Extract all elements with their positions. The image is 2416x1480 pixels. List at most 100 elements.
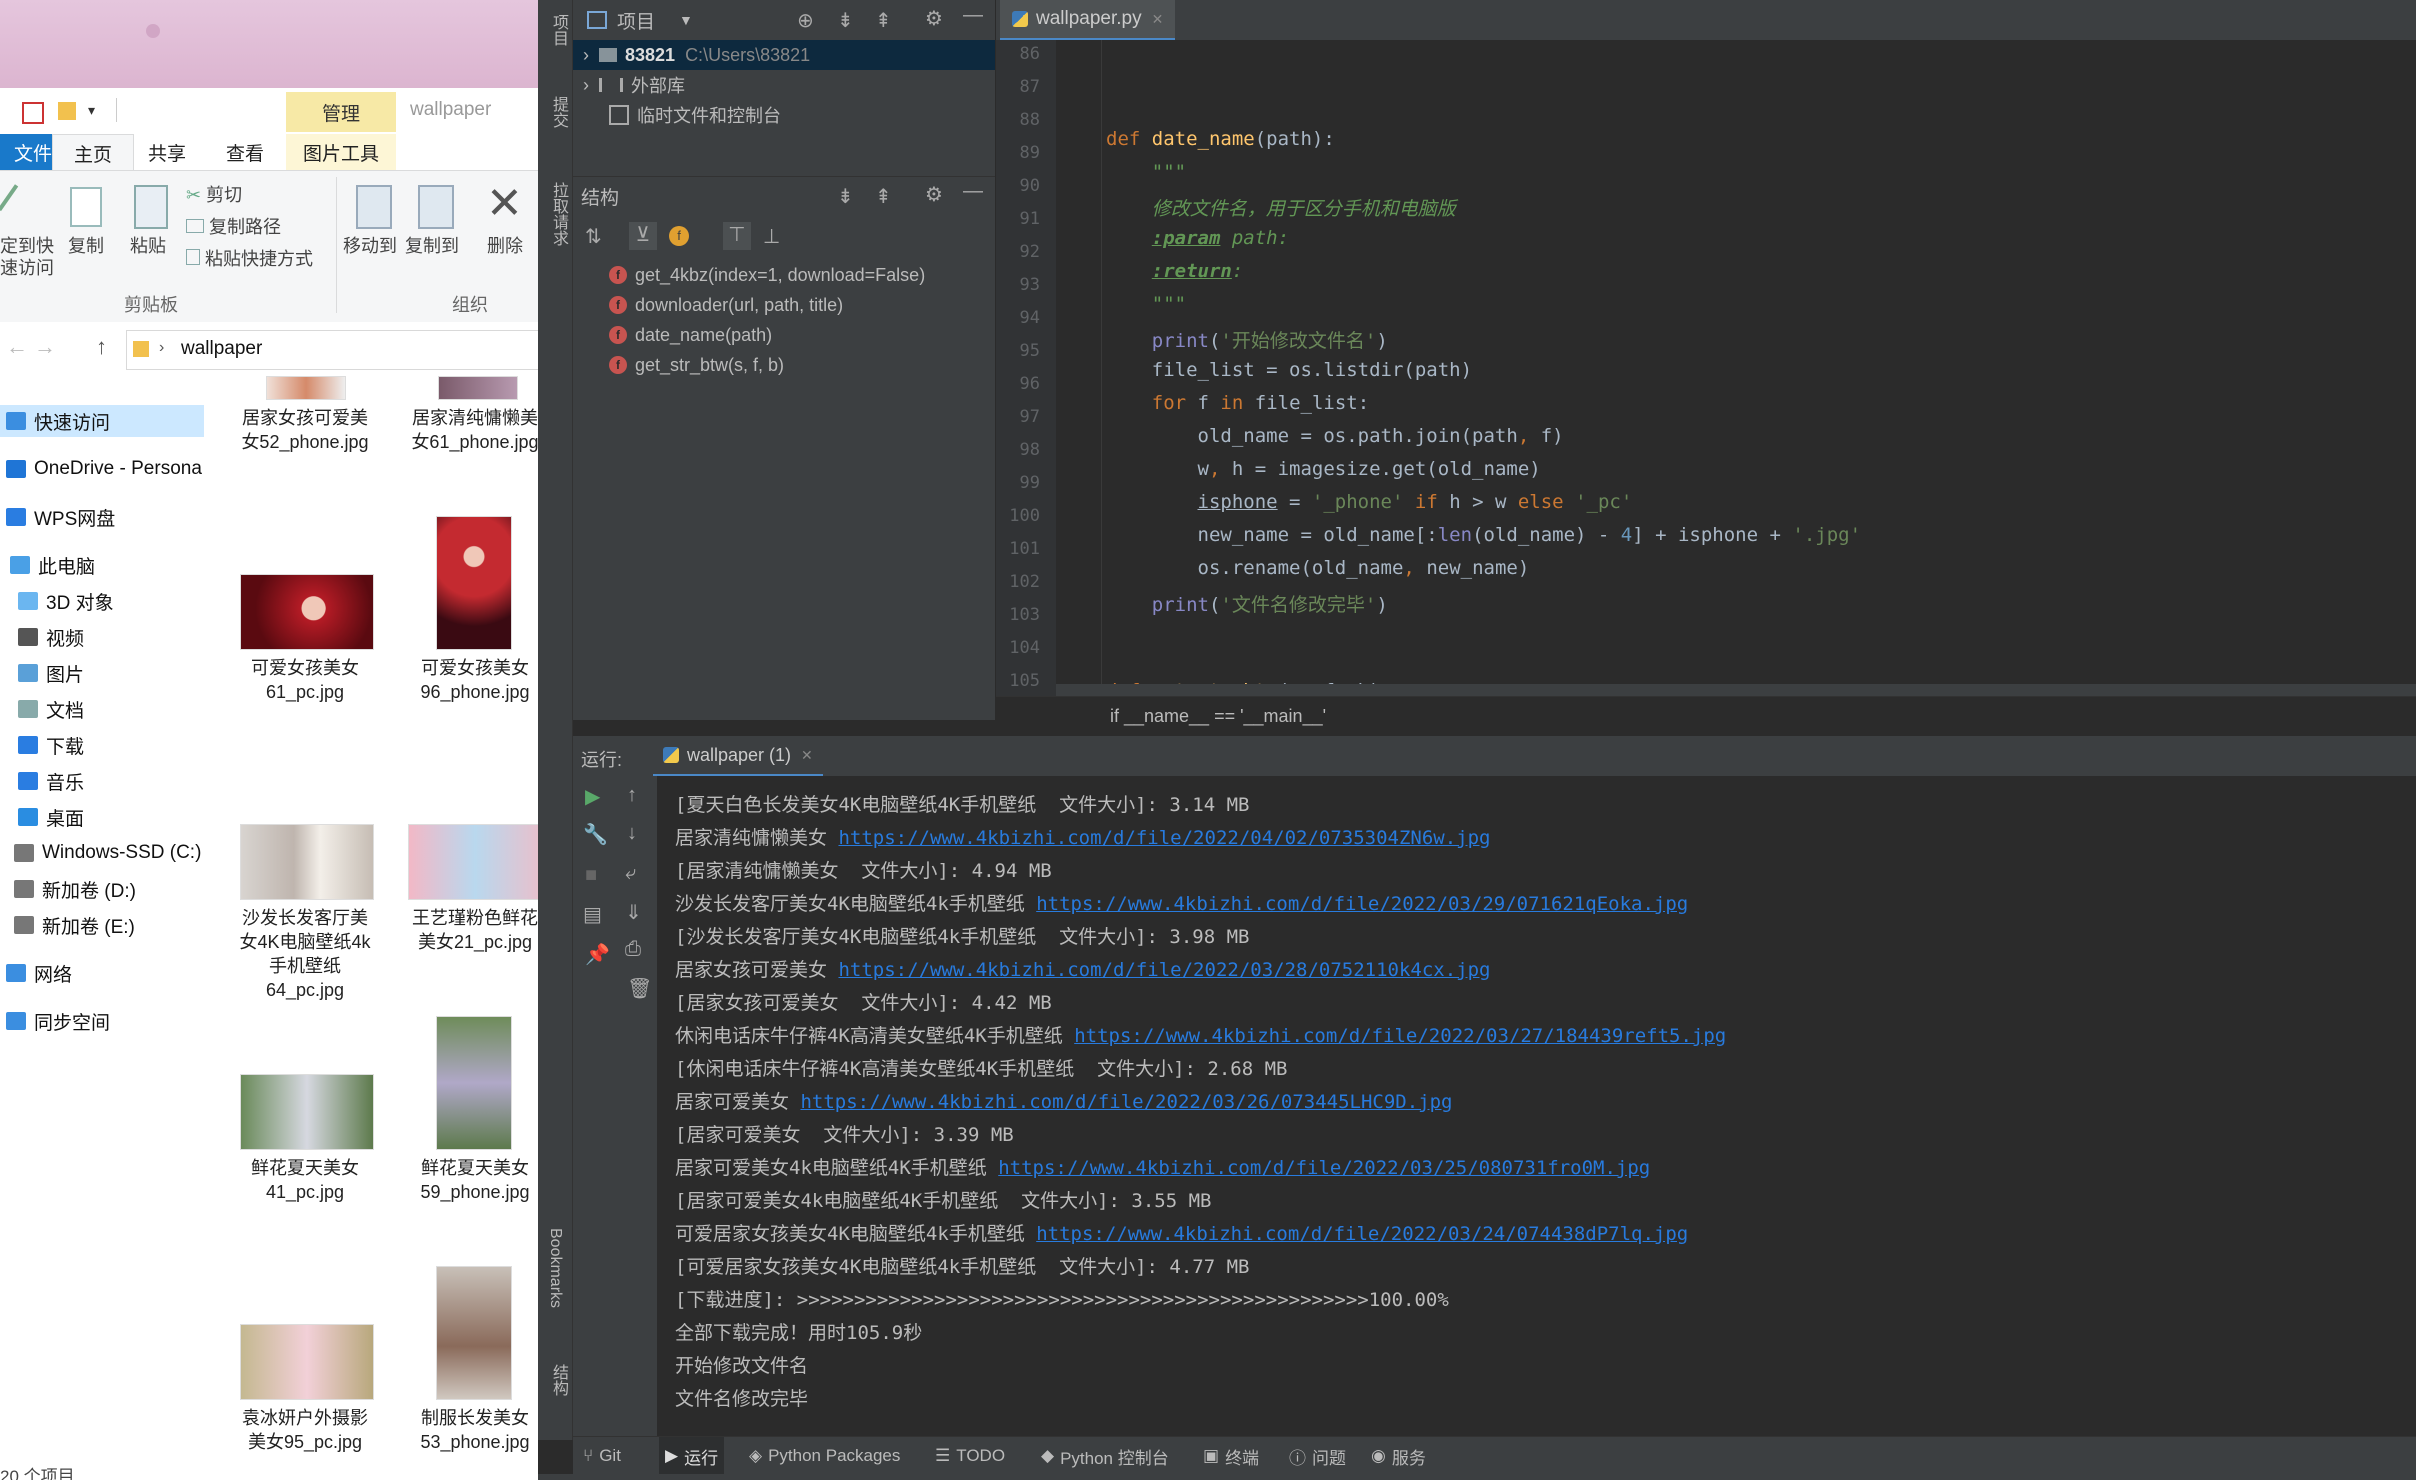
collapse-all-icon[interactable]: ⇞ bbox=[875, 184, 892, 209]
console-link[interactable]: https://www.4kbizhi.com/d/file/2022/03/2… bbox=[1074, 1025, 1726, 1047]
nav-item[interactable]: 文档 bbox=[18, 693, 84, 725]
up-icon[interactable]: ↑ bbox=[96, 334, 107, 360]
problems-tab[interactable]: ⓘ 问题 bbox=[1289, 1437, 1346, 1475]
file-thumbnail[interactable] bbox=[240, 824, 374, 900]
terminal-tab[interactable]: ▣ 终端 bbox=[1203, 1437, 1259, 1475]
structure-item[interactable]: f get_str_btw(s, f, b) bbox=[609, 350, 784, 380]
tree-scratches[interactable]: 临时文件和控制台 bbox=[609, 100, 781, 130]
arrow-down-icon[interactable]: ↓ bbox=[627, 822, 637, 845]
file-thumbnail[interactable] bbox=[266, 376, 346, 400]
copy-button[interactable]: 复制 bbox=[64, 235, 108, 257]
nav-item[interactable]: OneDrive - Persona bbox=[6, 453, 202, 485]
copy-path-button[interactable]: 复制路径 bbox=[186, 213, 281, 239]
todo-tab[interactable]: ☰ TODO bbox=[935, 1437, 1005, 1475]
code-editor[interactable]: def date_name(path): """ 修改文件名，用于区分手机和电脑… bbox=[1056, 40, 2416, 696]
pull-requests-tool-button[interactable]: 拉取请求 bbox=[546, 182, 570, 246]
trash-icon[interactable]: 🗑 bbox=[627, 976, 652, 1001]
console-link[interactable]: https://www.4kbizhi.com/d/file/2022/03/2… bbox=[838, 959, 1490, 981]
copy-to-button[interactable]: 复制到 bbox=[402, 235, 462, 257]
properties-icon[interactable] bbox=[22, 102, 44, 124]
file-name[interactable]: 制服长发美女 53_phone.jpg bbox=[390, 1406, 538, 1454]
minimize-icon[interactable]: — bbox=[963, 4, 983, 27]
nav-item[interactable]: WPS网盘 bbox=[6, 501, 115, 533]
tab-home[interactable]: 主页 bbox=[52, 134, 134, 171]
nav-item[interactable]: 快速访问 bbox=[0, 405, 206, 437]
new-folder-icon[interactable] bbox=[58, 102, 76, 120]
nav-item[interactable]: 新加卷 (D:) bbox=[14, 873, 136, 905]
bookmarks-tool-button[interactable]: Bookmarks bbox=[546, 1228, 564, 1308]
file-thumbnail[interactable] bbox=[436, 1016, 512, 1150]
services-tab[interactable]: ◉ 服务 bbox=[1371, 1437, 1426, 1475]
collapse-icon[interactable]: ⊥ bbox=[763, 224, 780, 249]
console-link[interactable]: https://www.4kbizhi.com/d/file/2022/04/0… bbox=[838, 827, 1490, 849]
file-name[interactable]: 袁冰妍户外摄影 美女95_pc.jpg bbox=[220, 1406, 390, 1454]
file-name[interactable]: 鲜花夏天美女 41_pc.jpg bbox=[220, 1156, 390, 1204]
expand-all-icon[interactable]: ⇟ bbox=[837, 184, 854, 209]
python-console-tab[interactable]: ◆ Python 控制台 bbox=[1041, 1437, 1169, 1475]
manage-tab[interactable]: 管理 bbox=[286, 92, 396, 132]
pin-quick-access-button[interactable]: 定到快 速访问 bbox=[0, 235, 54, 279]
paste-button[interactable]: 粘贴 bbox=[126, 235, 170, 257]
structure-tool-button[interactable]: 结构 bbox=[546, 1364, 570, 1396]
nav-item[interactable]: 新加卷 (E:) bbox=[14, 909, 135, 941]
print-icon[interactable]: ⎙ bbox=[625, 938, 641, 961]
console-link[interactable]: https://www.4kbizhi.com/d/file/2022/03/2… bbox=[1036, 1223, 1688, 1245]
python-packages-tab[interactable]: ◈ Python Packages bbox=[749, 1437, 900, 1475]
nav-item[interactable]: 桌面 bbox=[18, 801, 84, 833]
tree-root[interactable]: › 83821 C:\Users\83821 bbox=[583, 40, 810, 70]
nav-item[interactable]: Windows-SSD (C:) bbox=[14, 837, 201, 869]
close-icon[interactable]: ✕ bbox=[801, 747, 813, 764]
collapse-all-icon[interactable]: ⇞ bbox=[875, 8, 892, 33]
tab-share[interactable]: 共享 bbox=[148, 134, 186, 170]
show-inherited-icon[interactable]: ⊻ bbox=[629, 222, 657, 250]
forward-icon[interactable]: → bbox=[34, 334, 56, 360]
expand-icon[interactable]: ⊤ bbox=[723, 222, 751, 250]
console-link[interactable]: https://www.4kbizhi.com/d/file/2022/03/2… bbox=[800, 1091, 1452, 1113]
close-icon[interactable]: ✕ bbox=[1152, 11, 1164, 28]
file-name[interactable]: 王艺瑾粉色鲜花 美女21_pc.jpg bbox=[390, 906, 538, 954]
file-name[interactable]: 居家女孩可爱美 女52_phone.jpg bbox=[220, 406, 390, 454]
gear-icon[interactable]: ⚙ bbox=[925, 6, 943, 31]
file-name[interactable]: 鲜花夏天美女 59_phone.jpg bbox=[390, 1156, 538, 1204]
file-name[interactable]: 居家清纯慵懒美 女61_phone.jpg bbox=[390, 406, 538, 454]
show-fields-icon[interactable]: f bbox=[669, 226, 689, 246]
tab-picture-tools[interactable]: 图片工具 bbox=[286, 134, 396, 170]
structure-item[interactable]: f get_4kbz(index=1, download=False) bbox=[609, 260, 925, 290]
gear-icon[interactable]: ⚙ bbox=[925, 182, 943, 207]
rerun-icon[interactable]: ▶ bbox=[585, 784, 600, 809]
arrow-up-icon[interactable]: ↑ bbox=[627, 784, 637, 807]
pin-icon[interactable]: 📌 bbox=[585, 942, 610, 967]
nav-item[interactable]: 下载 bbox=[18, 729, 84, 761]
file-thumbnail[interactable] bbox=[240, 1074, 374, 1150]
file-thumbnail[interactable] bbox=[408, 824, 538, 900]
delete-button[interactable]: 删除 bbox=[480, 235, 530, 257]
nav-item[interactable]: 3D 对象 bbox=[18, 585, 114, 617]
paste-shortcut-button[interactable]: 粘贴快捷方式 bbox=[186, 245, 313, 271]
project-dropdown[interactable]: 项目 ▼ bbox=[587, 0, 693, 40]
file-thumbnail[interactable] bbox=[240, 574, 374, 650]
structure-item[interactable]: f date_name(path) bbox=[609, 320, 772, 350]
nav-item[interactable]: 同步空间 bbox=[6, 1005, 110, 1037]
file-name[interactable]: 沙发长发客厅美 女4K电脑壁纸4k 手机壁纸 64_pc.jpg bbox=[220, 906, 390, 1002]
nav-item[interactable]: 此电脑 bbox=[10, 549, 95, 581]
file-thumbnail[interactable] bbox=[436, 516, 512, 650]
chevron-down-icon[interactable]: ▾ bbox=[88, 102, 106, 120]
nav-item[interactable]: 图片 bbox=[18, 657, 84, 689]
file-thumbnail[interactable] bbox=[436, 1266, 512, 1400]
structure-item[interactable]: f downloader(url, path, title) bbox=[609, 290, 843, 320]
layout-icon[interactable]: ▤ bbox=[583, 902, 602, 927]
file-name[interactable]: 可爱女孩美女 61_pc.jpg bbox=[220, 656, 390, 704]
git-tab[interactable]: ⑂ Git bbox=[583, 1437, 621, 1475]
console-link[interactable]: https://www.4kbizhi.com/d/file/2022/03/2… bbox=[998, 1157, 1650, 1179]
file-thumbnail[interactable] bbox=[438, 376, 518, 400]
console-link[interactable]: https://www.4kbizhi.com/d/file/2022/03/2… bbox=[1036, 893, 1688, 915]
project-tool-button[interactable]: 项目 bbox=[546, 14, 570, 46]
locate-icon[interactable]: ⊕ bbox=[797, 8, 814, 33]
editor-tab-wallpaper[interactable]: wallpaper.py ✕ bbox=[1000, 0, 1176, 41]
minimize-icon[interactable]: — bbox=[963, 180, 983, 203]
nav-item[interactable]: 网络 bbox=[6, 957, 72, 989]
stop-icon[interactable]: ■ bbox=[585, 864, 597, 887]
file-name[interactable]: 可爱女孩美女 96_phone.jpg bbox=[390, 656, 538, 704]
scroll-to-end-icon[interactable]: ⇓ bbox=[625, 900, 642, 925]
tree-external-libs[interactable]: › 外部库 bbox=[583, 70, 685, 100]
